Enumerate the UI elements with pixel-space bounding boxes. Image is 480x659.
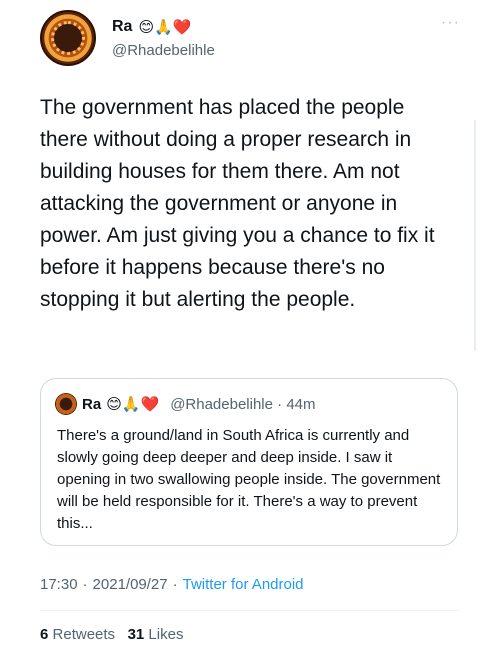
name-row: Ra 😊🙏❤️ xyxy=(112,18,191,36)
divider xyxy=(40,610,460,611)
likes-stat[interactable]: 31 Likes xyxy=(128,626,184,643)
quoted-tweet[interactable]: Ra 😊🙏❤️ @Rhadebelihle · 44m There's a gr… xyxy=(40,378,458,546)
user-handle[interactable]: @Rhadebelihle xyxy=(112,42,215,59)
quoted-display-name: Ra xyxy=(82,395,102,413)
display-name[interactable]: Ra xyxy=(112,18,132,36)
tweet-text: The government has placed the people the… xyxy=(40,96,435,311)
meta-separator: · xyxy=(82,576,88,593)
name-emojis: 😊🙏❤️ xyxy=(138,18,192,36)
tweet-meta: 17:30 · 2021/09/27 · Twitter for Android xyxy=(40,576,304,593)
retweets-label: Retweets xyxy=(52,626,116,643)
tweet-card: Ra 😊🙏❤️ @Rhadebelihle ··· The government… xyxy=(0,0,480,659)
quoted-tweet-header: Ra 😊🙏❤️ @Rhadebelihle · 44m xyxy=(55,393,316,415)
retweets-count: 6 xyxy=(40,626,49,643)
tweet-time[interactable]: 17:30 xyxy=(40,576,78,593)
retweets-stat[interactable]: 6 Retweets xyxy=(40,626,115,643)
likes-label: Likes xyxy=(148,626,184,643)
quoted-tweet-text: There's a ground/land in South Africa is… xyxy=(57,427,441,532)
likes-count: 31 xyxy=(127,626,145,643)
meta-separator: · xyxy=(172,576,178,593)
quoted-handle-time: @Rhadebelihle · 44m xyxy=(170,395,316,413)
avatar-ring xyxy=(51,21,85,55)
tweet-date[interactable]: 2021/09/27 xyxy=(93,576,168,593)
scrollbar[interactable] xyxy=(474,120,476,350)
more-horizontal-icon[interactable]: ··· xyxy=(441,14,460,32)
quoted-avatar xyxy=(55,393,77,415)
tweet-header: Ra 😊🙏❤️ @Rhadebelihle ··· xyxy=(40,10,460,66)
quoted-name-emojis: 😊🙏❤️ xyxy=(106,395,160,413)
avatar[interactable] xyxy=(40,10,96,66)
tweet-stats: 6 Retweets 31 Likes xyxy=(40,626,183,643)
source-app-link[interactable]: Twitter for Android xyxy=(183,576,304,593)
